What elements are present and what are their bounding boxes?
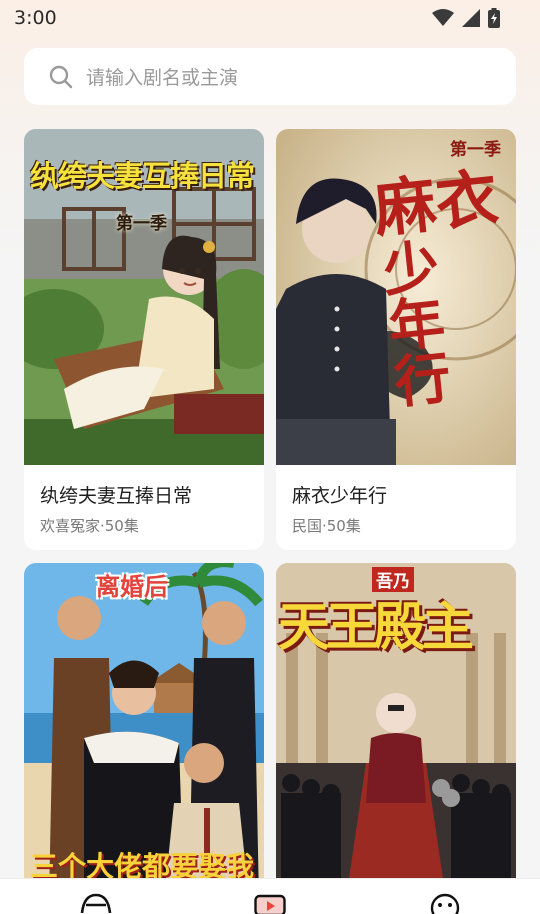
drama-meta: 欢喜冤家·50集 — [40, 517, 139, 535]
theater-icon[interactable] — [254, 893, 286, 914]
drama-card[interactable]: 第一季 麻衣 少年行 麻衣少年行 民国·50集 — [276, 129, 516, 550]
bottom-nav — [0, 878, 540, 914]
cover-title: 纨绔夫妻互捧日常 — [30, 159, 255, 193]
cover-illustration — [24, 563, 264, 893]
drama-title: 纨绔夫妻互捧日常 — [40, 485, 193, 507]
profile-icon[interactable] — [430, 893, 460, 914]
cover-title: 离婚后 — [96, 572, 168, 601]
status-bar: 3:00 — [0, 0, 540, 36]
drama-cover[interactable]: 第一季 麻衣 少年行 — [276, 129, 516, 465]
search-icon — [49, 65, 73, 88]
drama-cover[interactable]: 离婚后 三个大佬都要娶我 — [24, 563, 264, 893]
cover-subtitle: 第一季 — [450, 140, 501, 160]
battery-icon — [488, 8, 500, 28]
drama-cover[interactable]: 吾乃 天王殿主 — [276, 563, 516, 893]
drama-cover[interactable]: 纨绔夫妻互捧日常 第一季 — [24, 129, 264, 465]
drama-card[interactable]: 纨绔夫妻互捧日常 第一季 纨绔夫妻互捧日常 欢喜冤家·50集 — [24, 129, 264, 550]
wifi-icon — [432, 9, 454, 26]
drama-card[interactable]: 离婚后 三个大佬都要娶我 — [24, 563, 264, 893]
signal-icon — [462, 9, 480, 27]
home-icon[interactable] — [80, 893, 112, 914]
cover-title-line1: 麻衣 — [370, 160, 502, 247]
search-bar[interactable]: 请输入剧名或主演 — [24, 48, 516, 105]
search-input[interactable]: 请输入剧名或主演 — [86, 63, 238, 90]
drama-card[interactable]: 吾乃 天王殿主 — [276, 563, 516, 893]
cover-title: 天王殿主 — [278, 597, 474, 658]
drama-meta: 民国·50集 — [292, 517, 361, 535]
drama-title: 麻衣少年行 — [292, 485, 388, 507]
status-icons — [432, 8, 500, 28]
cover-subtitle: 第一季 — [116, 214, 167, 234]
status-time: 3:00 — [14, 7, 57, 29]
